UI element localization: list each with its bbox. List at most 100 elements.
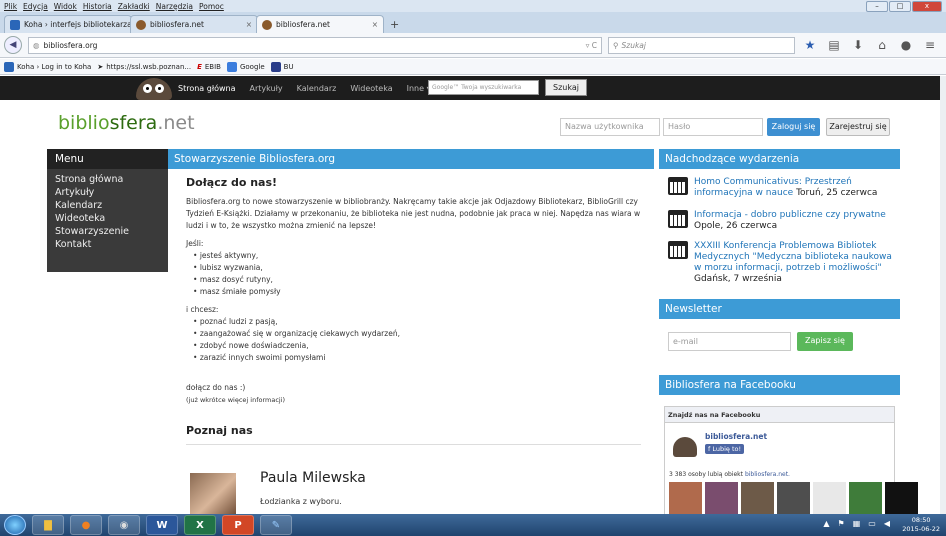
- excel-icon[interactable]: X: [184, 515, 216, 535]
- avatar[interactable]: [885, 482, 918, 514]
- tab-label: Koha › interfejs bibliotekarza: [24, 20, 132, 29]
- powerpoint-icon[interactable]: P: [222, 515, 254, 535]
- paint-icon[interactable]: ✎: [260, 515, 292, 535]
- if-list: jesteś aktywny, lubisz wyzwania, masz do…: [186, 250, 641, 298]
- email-field[interactable]: e-mail: [668, 332, 791, 351]
- username-input[interactable]: Nazwa użytkownika: [560, 118, 660, 136]
- sidebar-item-calendar[interactable]: Kalendarz: [47, 199, 168, 212]
- avatar[interactable]: [705, 482, 738, 514]
- page-scrollbar[interactable]: [940, 76, 946, 514]
- menu-history[interactable]: Historia: [83, 2, 112, 11]
- word-icon[interactable]: W: [146, 515, 178, 535]
- bookmarks-bar: Koha › Log in to Koha ➤ https://ssl.wsb.…: [0, 59, 946, 75]
- bookmark-wsb[interactable]: ➤ https://ssl.wsb.poznan...: [97, 63, 191, 71]
- register-button[interactable]: Zarejestruj się: [826, 118, 890, 136]
- menu-help[interactable]: Pomoc: [199, 2, 224, 11]
- bookmark-koha[interactable]: Koha › Log in to Koha: [4, 61, 91, 72]
- search-button[interactable]: Szukaj: [545, 79, 587, 96]
- bookmark-star-icon[interactable]: ★: [801, 38, 819, 52]
- logo-part: sfera: [109, 112, 158, 134]
- volume-icon[interactable]: ◀: [884, 519, 890, 528]
- like-button[interactable]: f Lubię to!: [705, 444, 745, 454]
- menu-edit[interactable]: Edycja: [23, 2, 48, 11]
- list-item: jesteś aktywny,: [193, 250, 641, 262]
- person-name[interactable]: Paula Milewska: [260, 470, 366, 486]
- menu-tools[interactable]: Narzędzia: [156, 2, 193, 11]
- tab-bibliosfera-1[interactable]: bibliosfera.net ×: [130, 15, 258, 33]
- sidebar-item-contact[interactable]: Kontakt: [47, 238, 168, 251]
- close-tab-icon[interactable]: ×: [372, 20, 378, 29]
- intro-text: Bibliosfera.org to nowe stowarzyszenie w…: [186, 197, 641, 230]
- avatar[interactable]: [669, 482, 702, 514]
- like-label: Lubię to!: [712, 445, 742, 453]
- sidebar-item-videos[interactable]: Wideoteka: [47, 212, 168, 225]
- owl-logo-icon[interactable]: [136, 78, 172, 100]
- avatar[interactable]: [741, 482, 774, 514]
- event-item: Informacja - dobro publiczne czy prywatn…: [668, 210, 898, 232]
- avatar[interactable]: [813, 482, 846, 514]
- battery-icon[interactable]: ▭: [868, 519, 876, 528]
- close-icon[interactable]: x: [912, 1, 942, 12]
- subscribe-button[interactable]: Zapisz się: [797, 332, 853, 351]
- bookmark-bu[interactable]: BU: [270, 61, 294, 72]
- site-logo[interactable]: bibliosfera.net: [58, 112, 195, 134]
- facebook-widget: Znajdź nas na Facebooku bibliosfera.net …: [664, 406, 918, 514]
- nav-other[interactable]: Inne ▾: [407, 84, 431, 93]
- owl-favicon-icon: [262, 19, 272, 30]
- start-button[interactable]: [4, 515, 26, 535]
- search-input[interactable]: ⚲ Szukaj: [608, 36, 795, 54]
- likes-text: 3 383 osoby lubią obiekt: [669, 471, 744, 478]
- chat-icon[interactable]: ●: [897, 38, 915, 52]
- nav-articles[interactable]: Artykuły: [250, 84, 283, 93]
- tab-koha[interactable]: Koha › interfejs bibliotekarza ×: [4, 15, 132, 33]
- site-nav-links: Strona główna Artykuły Kalendarz Wideote…: [178, 76, 431, 100]
- sidebar-item-home[interactable]: Strona główna: [47, 173, 168, 186]
- bookmark-google[interactable]: Google: [226, 61, 265, 72]
- sidebar-item-association[interactable]: Stowarzyszenie: [47, 225, 168, 238]
- sidebar-item-articles[interactable]: Artykuły: [47, 186, 168, 199]
- avatar[interactable]: [777, 482, 810, 514]
- network-icon[interactable]: ▦: [853, 519, 861, 528]
- hamburger-menu-icon[interactable]: ≡: [921, 38, 939, 52]
- menu-view[interactable]: Widok: [54, 2, 77, 11]
- home-icon[interactable]: ⌂: [873, 38, 891, 52]
- bookmark-ebib[interactable]: E EBIB: [197, 63, 221, 71]
- avatar[interactable]: [849, 482, 882, 514]
- want-label: i chcesz:: [186, 305, 219, 314]
- google-search-input[interactable]: Google™ Twoja wyszukiwarka: [428, 80, 539, 95]
- reading-list-icon[interactable]: ▤: [825, 38, 843, 52]
- events-header: Nadchodzące wydarzenia: [659, 149, 900, 169]
- close-tab-icon[interactable]: ×: [246, 20, 252, 29]
- tray-arrow-icon[interactable]: ▲: [823, 519, 829, 528]
- explorer-icon[interactable]: ▇: [32, 515, 64, 535]
- reload-icon[interactable]: ▿ C: [586, 41, 597, 50]
- nav-calendar[interactable]: Kalendarz: [297, 84, 337, 93]
- menu-bookmarks[interactable]: Zakładki: [118, 2, 150, 11]
- event-link[interactable]: Informacja - dobro publiczne czy prywatn…: [694, 210, 886, 220]
- download-icon[interactable]: ⬇: [849, 38, 867, 52]
- likes-link[interactable]: bibliosfera.net.: [745, 471, 790, 478]
- menu-file[interactable]: Plik: [4, 2, 17, 11]
- flag-icon[interactable]: ⚑: [838, 519, 845, 528]
- nav-videos[interactable]: Wideoteka: [350, 84, 392, 93]
- nav-home[interactable]: Strona główna: [178, 84, 236, 93]
- tab-bibliosfera-2[interactable]: bibliosfera.net ×: [256, 15, 384, 33]
- url-bar[interactable]: ◍ bibliosfera.org ▿ C: [28, 36, 602, 54]
- list-item: zdobyć nowe doświadczenia,: [193, 340, 641, 352]
- firefox-icon[interactable]: ●: [70, 515, 102, 535]
- bookmark-label: https://ssl.wsb.poznan...: [106, 62, 192, 71]
- ebib-icon: E: [197, 62, 202, 71]
- new-tab-button[interactable]: +: [382, 18, 407, 33]
- event-link[interactable]: XXXIII Konferencja Problemowa Bibliotek …: [694, 241, 892, 273]
- password-input[interactable]: Hasło: [663, 118, 763, 136]
- minimize-icon[interactable]: –: [866, 1, 888, 12]
- facebook-page-name[interactable]: bibliosfera.net: [705, 432, 767, 441]
- tab-bar: Koha › interfejs bibliotekarza × biblios…: [0, 12, 946, 33]
- login-button[interactable]: Zaloguj się: [767, 118, 820, 136]
- window-controls: – □ x: [866, 1, 942, 12]
- calendar-icon: [668, 210, 688, 228]
- chrome-icon[interactable]: ◉: [108, 515, 140, 535]
- back-button[interactable]: ◀: [4, 36, 22, 54]
- clock[interactable]: 08:50 2015-06-22: [902, 516, 940, 534]
- maximize-icon[interactable]: □: [889, 1, 911, 12]
